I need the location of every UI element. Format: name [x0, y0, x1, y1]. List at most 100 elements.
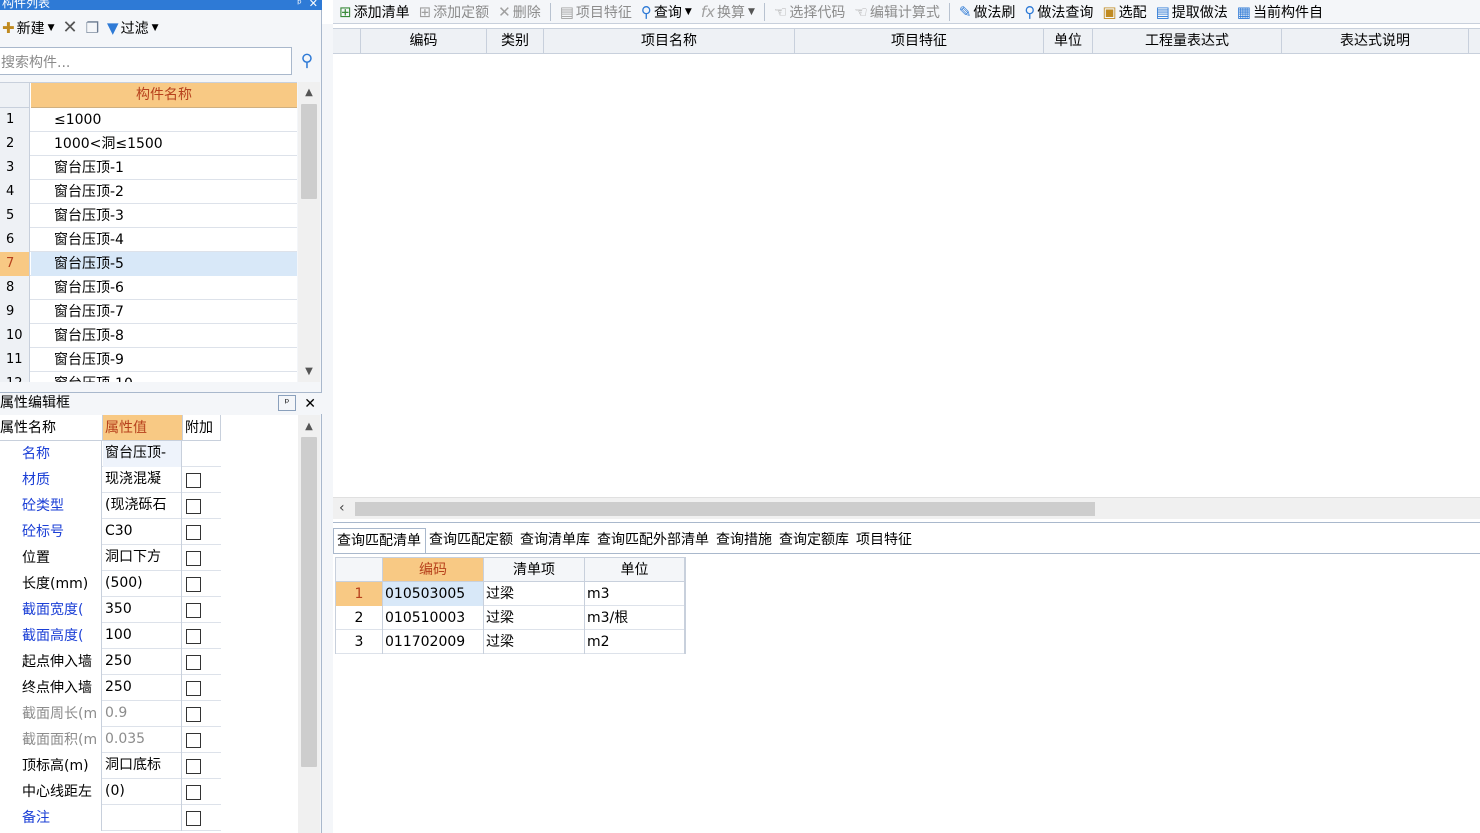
extra-checkbox[interactable] — [186, 473, 201, 488]
column-header-unit[interactable]: 单位 — [585, 558, 685, 582]
property-row[interactable]: 顶标高(m) 洞口底标 — [0, 753, 221, 779]
item-feature-button[interactable]: ▤ 项目特征 — [560, 2, 632, 22]
property-row[interactable]: 截面宽度( 350 — [0, 597, 221, 623]
extra-checkbox[interactable] — [186, 577, 201, 592]
add-list-button[interactable]: ⊞ 添加清单 — [339, 2, 410, 22]
tab-query-quota-library[interactable]: 查询定额库 — [776, 528, 853, 553]
scroll-down-icon[interactable]: ▼ — [298, 366, 320, 377]
extra-checkbox[interactable] — [186, 551, 201, 566]
search-input[interactable]: 搜索构件... — [0, 47, 292, 75]
property-row[interactable]: 砼类型 (现浇砾石 — [0, 493, 221, 519]
table-row[interactable]: 3 011702009 过梁 m2 — [336, 630, 685, 654]
extra-checkbox[interactable] — [186, 655, 201, 670]
component-list-scrollbar[interactable]: ▲ ▼ — [298, 82, 320, 382]
edit-formula-button[interactable]: ☜ 编辑计算式 — [854, 2, 939, 22]
list-item[interactable]: 3 窗台压顶-1 — [0, 156, 297, 180]
scroll-up-icon[interactable]: ▲ — [298, 421, 320, 432]
property-row[interactable]: 截面高度( 100 — [0, 623, 221, 649]
table-row[interactable]: 2 010510003 过梁 m3/根 — [336, 606, 685, 630]
delete-component-button[interactable]: ✕ — [63, 19, 78, 37]
extra-checkbox[interactable] — [186, 811, 201, 826]
column-header-code[interactable]: 编码 — [383, 558, 484, 582]
scroll-up-icon[interactable]: ▲ — [298, 87, 320, 98]
column-header-unit[interactable]: 单位 — [1043, 29, 1092, 54]
list-item[interactable]: 9 窗台压顶-7 — [0, 300, 297, 324]
list-item[interactable]: 1 ≤1000 — [0, 108, 297, 132]
extra-checkbox[interactable] — [186, 681, 201, 696]
list-item[interactable]: 10 窗台压顶-8 — [0, 324, 297, 348]
property-row[interactable]: 位置 洞口下方 — [0, 545, 221, 571]
extra-checkbox[interactable] — [186, 499, 201, 514]
scroll-thumb[interactable] — [301, 437, 317, 767]
column-header-expression-description[interactable]: 表达式说明 — [1281, 29, 1469, 54]
main-grid-body[interactable] — [333, 55, 1480, 497]
property-row[interactable]: 材质 现浇混凝 — [0, 467, 221, 493]
select-code-button[interactable]: ☜ 选择代码 — [774, 2, 845, 22]
extra-checkbox[interactable] — [186, 603, 201, 618]
property-row[interactable]: 中心线距左 (0) — [0, 779, 221, 805]
method-query-button[interactable]: ⚲ 做法查询 — [1024, 2, 1093, 22]
property-row[interactable]: 备注 — [0, 805, 221, 831]
table-row[interactable]: 1 010503005 过梁 m3 — [336, 582, 685, 606]
method-brush-button[interactable]: ✎ 做法刷 — [959, 2, 1016, 22]
splitter[interactable] — [322, 24, 333, 833]
convert-button[interactable]: fx 换算 ▼ — [701, 2, 755, 22]
select-match-button[interactable]: ▣ 选配 — [1102, 2, 1146, 22]
property-row[interactable]: 长度(mm) (500) — [0, 571, 221, 597]
delete-icon: ✕ — [498, 2, 511, 21]
main-grid-hscrollbar[interactable]: ‹ — [333, 497, 1480, 519]
tab-query-match-quota[interactable]: 查询匹配定额 — [426, 528, 517, 553]
list-item[interactable]: 8 窗台压顶-6 — [0, 276, 297, 300]
extract-method-button[interactable]: ▤ 提取做法 — [1156, 2, 1228, 22]
column-header-category[interactable]: 类别 — [486, 29, 543, 54]
property-row[interactable]: 砼标号 C30 — [0, 519, 221, 545]
close-icon[interactable]: ✕ — [309, 0, 318, 10]
bottom-panel: 查询匹配清单 查询匹配定额 查询清单库 查询匹配外部清单 查询措施 查询定额库 … — [333, 522, 1480, 833]
property-grid-scrollbar[interactable]: ▲ — [298, 415, 320, 833]
property-row[interactable]: 截面面积(m 0.035 — [0, 727, 221, 753]
extra-checkbox[interactable] — [186, 629, 201, 644]
list-item[interactable]: 6 窗台压顶-4 — [0, 228, 297, 252]
column-header-component-name[interactable]: 构件名称 — [31, 83, 297, 108]
tab-item-feature[interactable]: 项目特征 — [853, 528, 916, 553]
extra-checkbox[interactable] — [186, 785, 201, 800]
scroll-left-icon[interactable]: ‹ — [339, 500, 345, 516]
current-component-button[interactable]: ▦ 当前构件自 — [1237, 2, 1323, 22]
pin-icon[interactable]: ᵖ — [297, 0, 302, 10]
property-row[interactable]: 终点伸入墙 250 — [0, 675, 221, 701]
add-list-icon: ⊞ — [339, 2, 352, 21]
list-item[interactable]: 4 窗台压顶-2 — [0, 180, 297, 204]
scroll-thumb[interactable] — [355, 502, 1095, 516]
property-row[interactable]: 截面周长(m 0.9 — [0, 701, 221, 727]
property-row[interactable]: 名称 窗台压顶- — [0, 441, 221, 467]
search-button[interactable]: ⚲ — [293, 47, 321, 75]
tab-query-list-library[interactable]: 查询清单库 — [517, 528, 594, 553]
column-header-item-feature[interactable]: 项目特征 — [794, 29, 1043, 54]
list-item[interactable]: 12窗台压顶-10 — [0, 372, 297, 382]
extra-checkbox[interactable] — [186, 733, 201, 748]
column-header-code[interactable]: 编码 — [360, 29, 486, 54]
tab-query-measures[interactable]: 查询措施 — [713, 528, 776, 553]
extra-checkbox[interactable] — [186, 525, 201, 540]
column-header-item-name[interactable]: 项目名称 — [543, 29, 794, 54]
new-button[interactable]: ✚ 新建 ▼ — [2, 18, 55, 38]
delete-button[interactable]: ✕ 删除 — [498, 2, 541, 22]
extra-checkbox[interactable] — [186, 759, 201, 774]
column-header-list-item[interactable]: 清单项 — [484, 558, 585, 582]
extra-checkbox[interactable] — [186, 707, 201, 722]
tab-query-match-list[interactable]: 查询匹配清单 — [333, 528, 426, 553]
add-quota-button[interactable]: ⊞ 添加定额 — [419, 2, 490, 22]
list-item-selected[interactable]: 7 窗台压顶-5 — [0, 252, 297, 276]
filter-button[interactable]: ▼ 过滤 ▼ — [107, 18, 158, 38]
property-row[interactable]: 起点伸入墙 250 — [0, 649, 221, 675]
list-item[interactable]: 11 窗台压顶-9 — [0, 348, 297, 372]
list-item[interactable]: 5 窗台压顶-3 — [0, 204, 297, 228]
close-icon[interactable]: ✕ — [304, 394, 316, 414]
query-button[interactable]: ⚲ 查询 ▼ — [641, 2, 692, 22]
list-item[interactable]: 2 1000<洞≤1500 — [0, 132, 297, 156]
tab-query-external-list[interactable]: 查询匹配外部清单 — [594, 528, 713, 553]
column-header-quantity-expression[interactable]: 工程量表达式 — [1092, 29, 1281, 54]
copy-component-button[interactable]: ❐ — [86, 20, 99, 36]
scroll-thumb[interactable] — [301, 104, 317, 199]
pin-icon[interactable]: ᵖ — [278, 395, 296, 411]
